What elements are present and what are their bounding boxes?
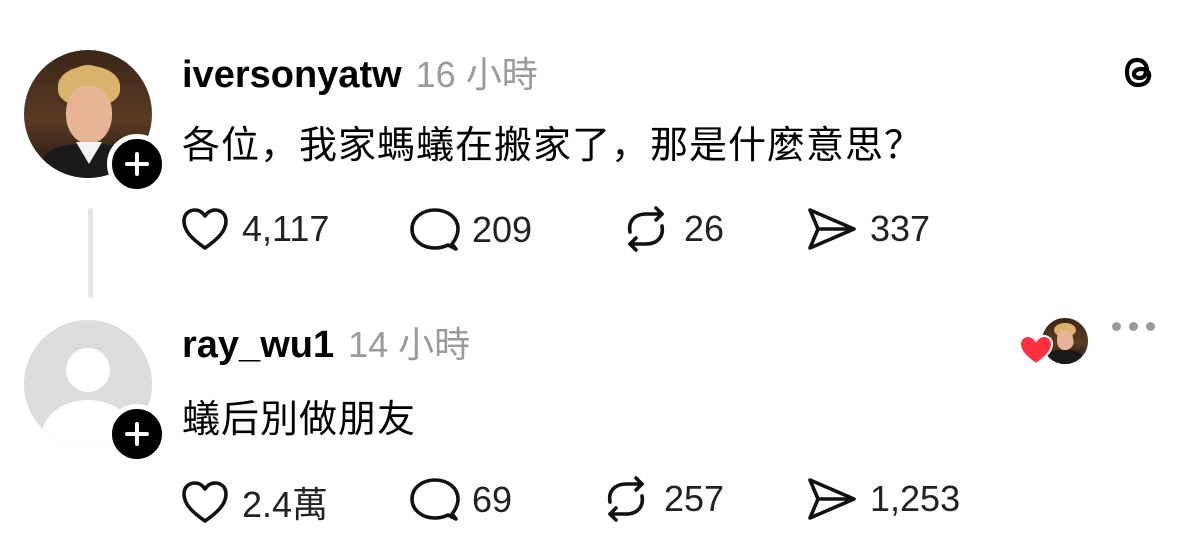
- comment-button[interactable]: 209: [410, 206, 532, 254]
- send-icon: [808, 208, 856, 250]
- timestamp: 16 小時: [415, 54, 538, 95]
- comment-button[interactable]: 69: [410, 476, 512, 524]
- repost-icon: [607, 476, 645, 522]
- share-count: 337: [870, 208, 931, 249]
- post-text: 蟻后別做朋友: [182, 397, 417, 441]
- threads-logo-icon[interactable]: [1116, 50, 1160, 94]
- repost-button[interactable]: 26: [620, 204, 724, 254]
- share-count: 1,253: [870, 478, 961, 519]
- more-horizontal-icon: [1129, 322, 1138, 331]
- repost-count: 26: [684, 208, 725, 249]
- send-icon: [808, 478, 856, 520]
- comment-count: 69: [472, 479, 513, 520]
- follow-button[interactable]: [107, 404, 167, 464]
- like-count: 2.4萬: [242, 484, 329, 525]
- thread-line: [88, 208, 93, 298]
- plus-icon: [125, 422, 149, 446]
- like-button[interactable]: 4,117: [180, 206, 329, 252]
- share-button[interactable]: 1,253: [806, 476, 960, 522]
- comment-bubble-icon: [410, 208, 460, 251]
- heart-icon: [1018, 334, 1054, 366]
- liked-by-author-indicator: [1018, 316, 1090, 366]
- heart-icon: [182, 481, 228, 523]
- username[interactable]: ray_wu1: [182, 324, 334, 367]
- repost-button[interactable]: 257: [600, 474, 724, 524]
- post-text: 各位，我家螞蟻在搬家了，那是什麼意思？: [182, 123, 924, 167]
- timestamp: 14 小時: [348, 324, 471, 365]
- heart-icon: [182, 208, 228, 250]
- more-options-button[interactable]: [1112, 322, 1155, 331]
- username[interactable]: iversonyatw: [182, 54, 402, 97]
- plus-icon: [125, 152, 149, 176]
- more-horizontal-icon: [1112, 322, 1121, 331]
- like-count: 4,117: [242, 208, 330, 249]
- like-button[interactable]: 2.4萬: [180, 476, 328, 528]
- share-button[interactable]: 337: [806, 206, 930, 252]
- comment-count: 209: [472, 209, 533, 250]
- follow-button[interactable]: [107, 134, 167, 194]
- repost-icon: [627, 206, 665, 252]
- comment-bubble-icon: [410, 478, 460, 521]
- more-horizontal-icon: [1146, 322, 1155, 331]
- repost-count: 257: [664, 478, 725, 519]
